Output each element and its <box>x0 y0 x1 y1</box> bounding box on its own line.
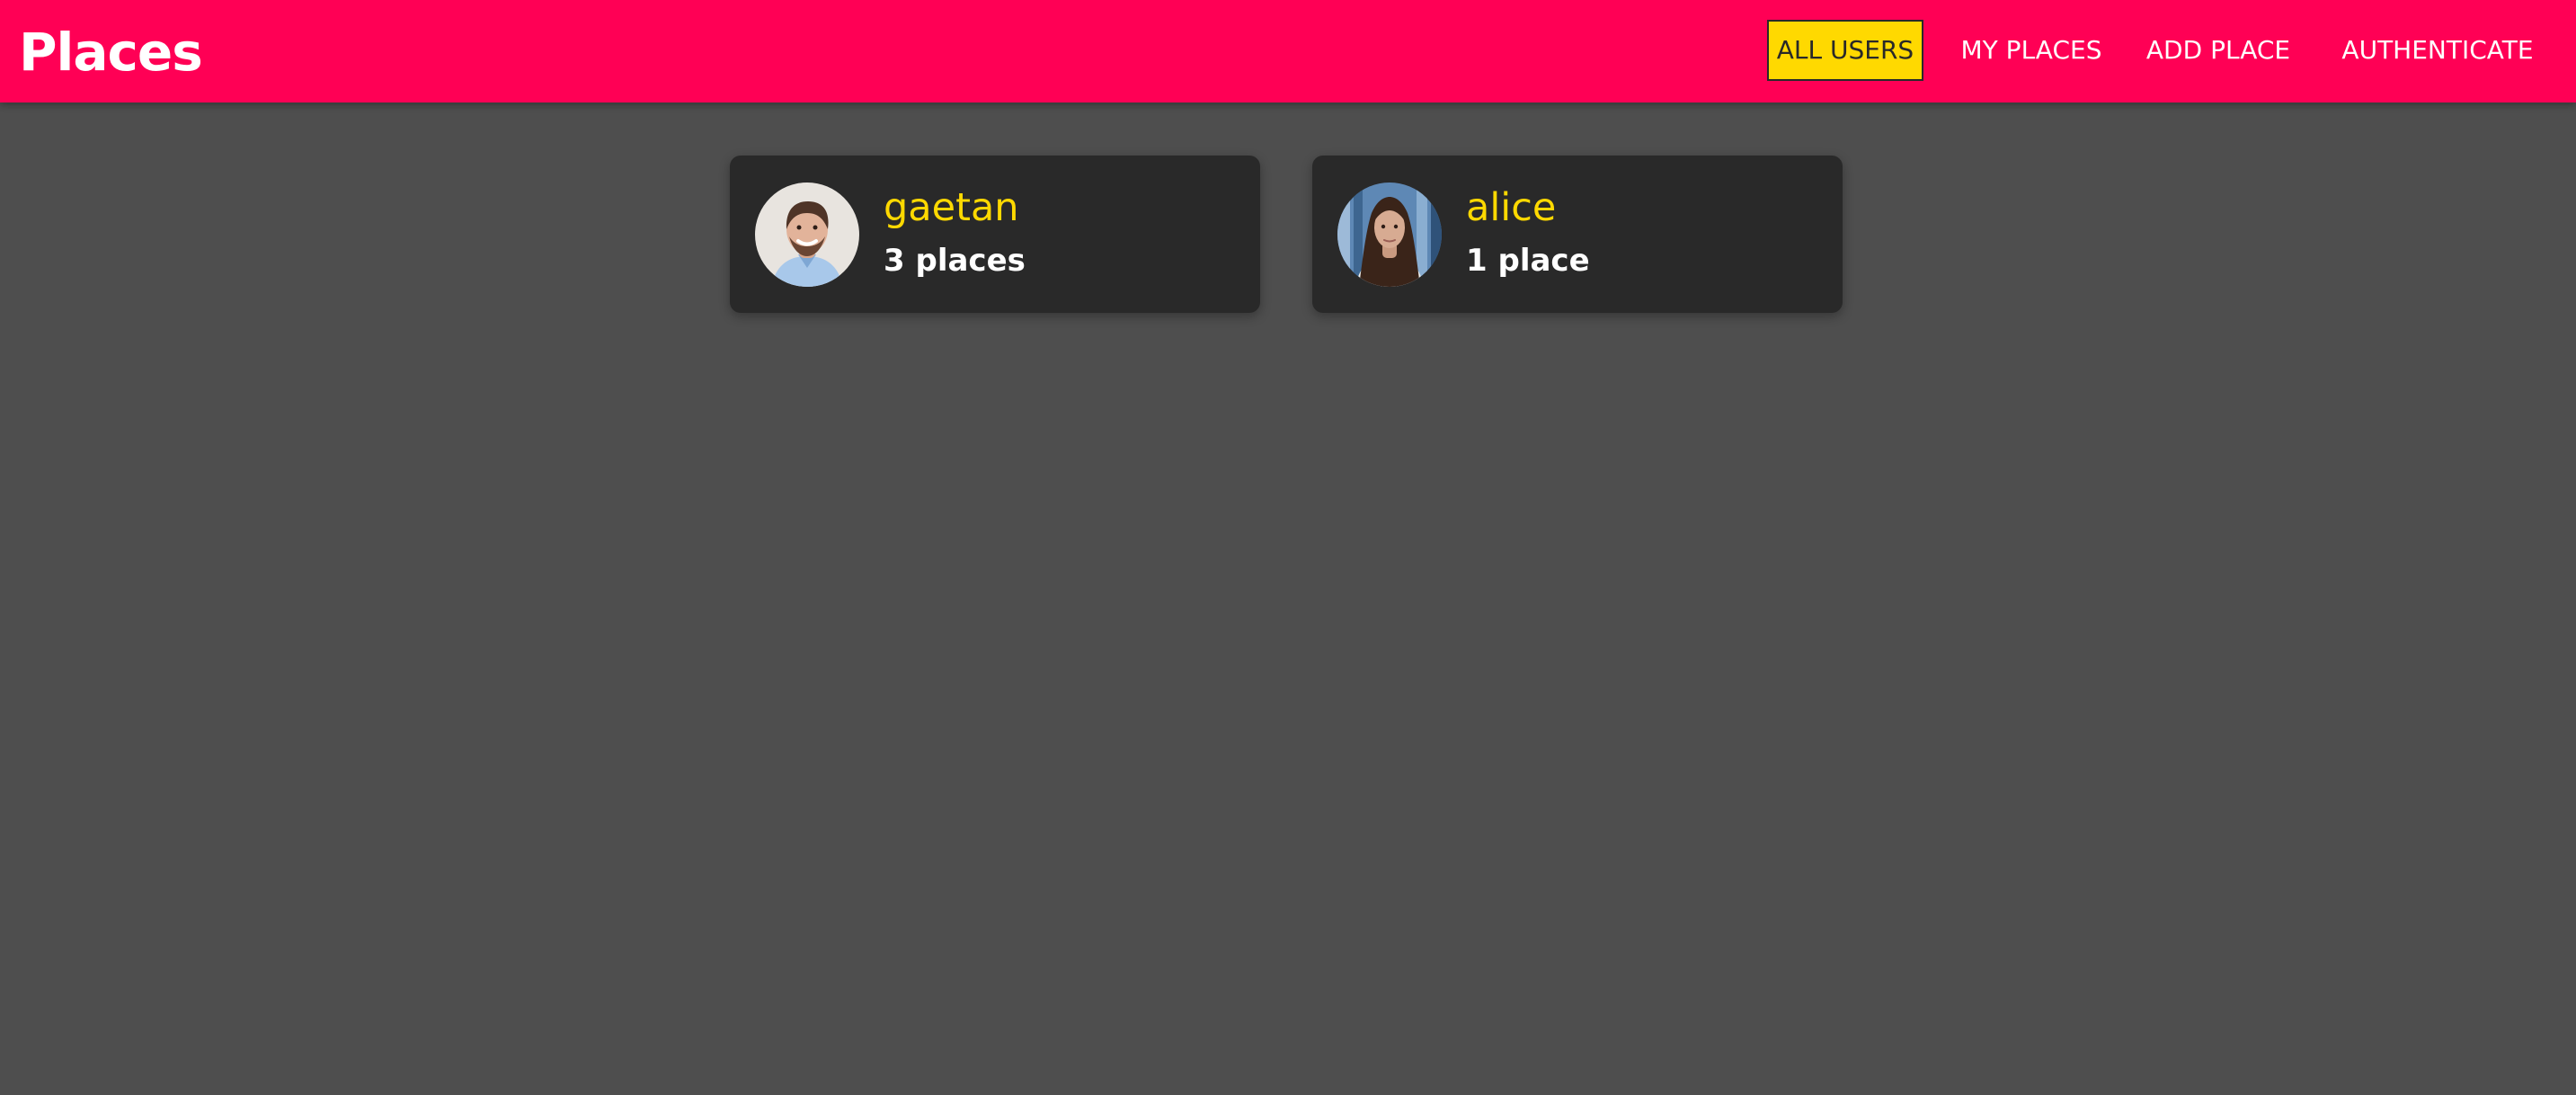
nav-all-users[interactable]: ALL USERS <box>1767 20 1923 81</box>
user-avatar <box>755 182 859 287</box>
main-header: Places ALL USERS MY PLACES ADD PLACE AUT… <box>0 0 2576 102</box>
user-photo-icon <box>1337 182 1442 287</box>
user-name: gaetan <box>884 185 1019 230</box>
user-card-alice[interactable]: alice 1 place <box>1312 156 1843 313</box>
nav-my-places[interactable]: MY PLACES <box>1956 20 2107 81</box>
user-place-count: 3 places <box>884 243 1026 279</box>
user-photo-icon <box>755 182 859 287</box>
user-avatar <box>1337 182 1442 287</box>
nav-authenticate[interactable]: AUTHENTICATE <box>2330 20 2545 81</box>
app-title-link[interactable]: Places <box>19 16 203 88</box>
user-name: alice <box>1466 185 1557 230</box>
user-place-count: 1 place <box>1466 243 1590 279</box>
nav-add-place[interactable]: ADD PLACE <box>2141 20 2296 81</box>
user-card-gaetan[interactable]: gaetan 3 places <box>730 156 1260 313</box>
